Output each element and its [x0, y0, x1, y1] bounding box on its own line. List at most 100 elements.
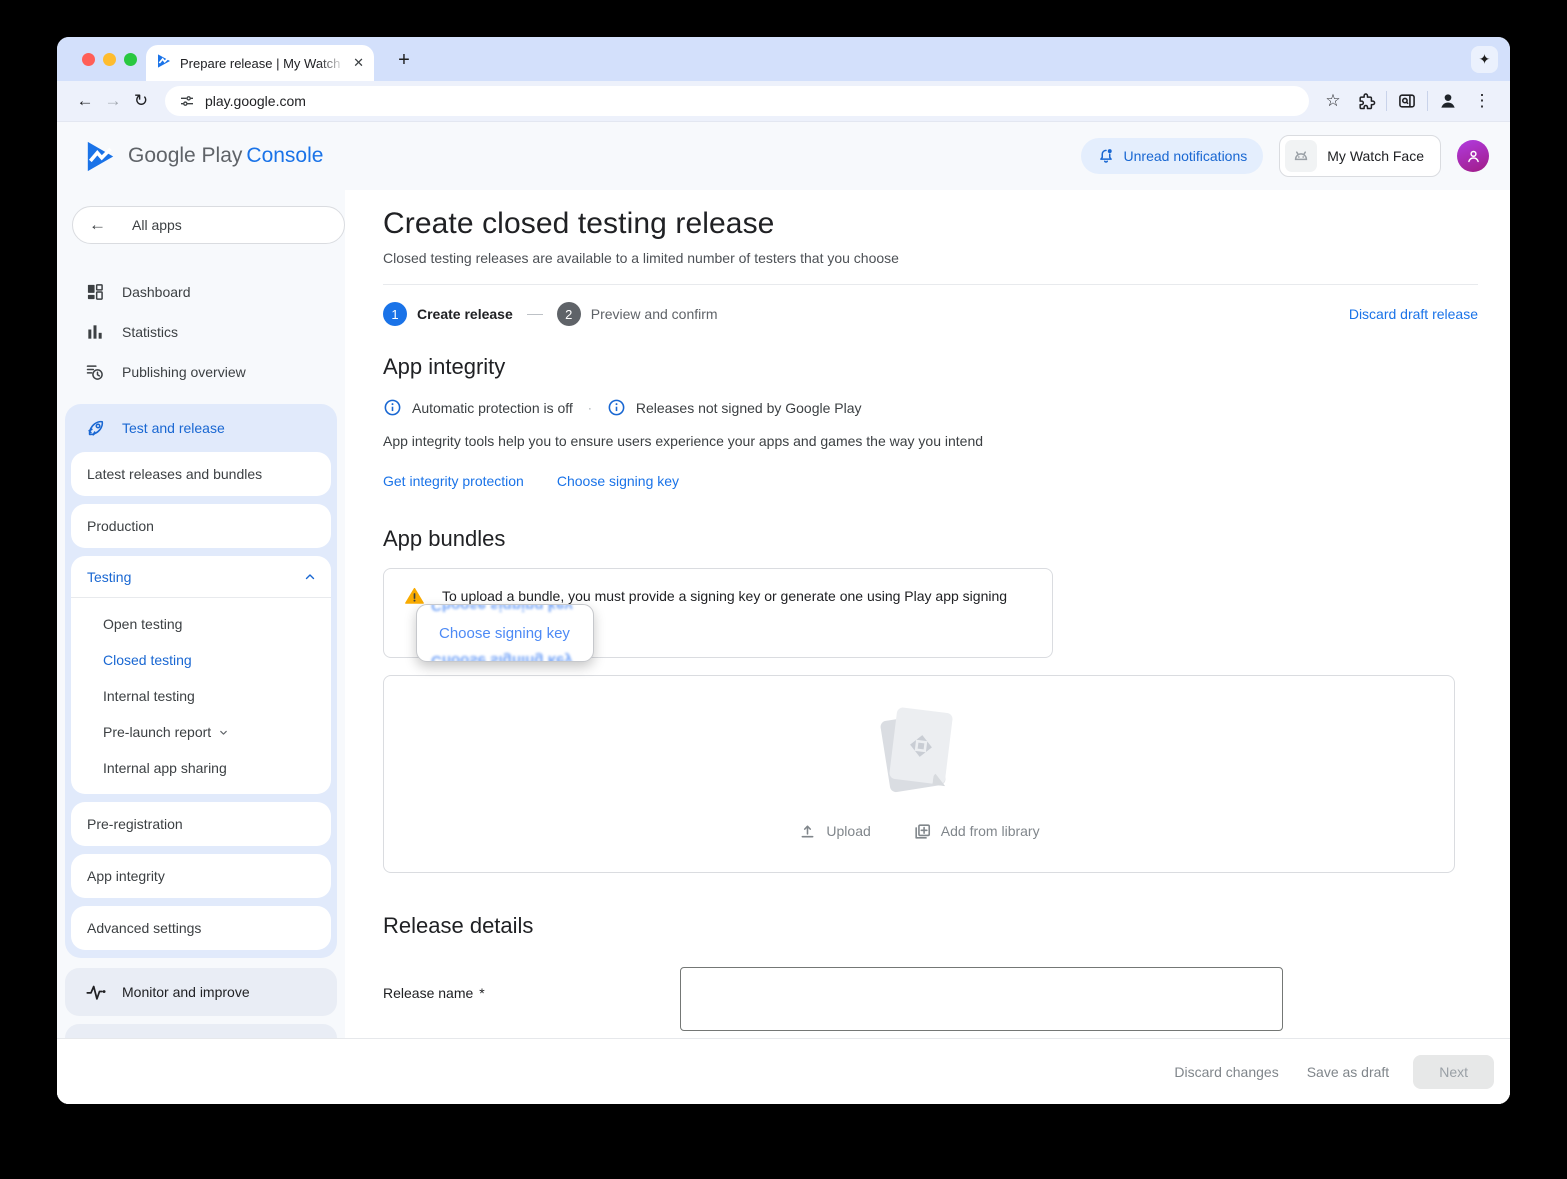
- divider: [1427, 91, 1428, 111]
- monitor-label: Monitor and improve: [122, 984, 250, 1000]
- sidebar-item-label: Publishing overview: [122, 364, 246, 380]
- add-from-library-icon: [915, 823, 930, 839]
- save-as-draft-button[interactable]: Save as draft: [1293, 1056, 1404, 1088]
- play-console-favicon: [156, 53, 172, 74]
- forward-icon[interactable]: →: [99, 87, 127, 115]
- upload-label: Upload: [826, 823, 871, 839]
- auto-protection-status: Automatic protection is off: [412, 399, 573, 416]
- sidebar-card-app-integrity[interactable]: App integrity: [71, 854, 331, 898]
- sidebar-item-label: Statistics: [122, 324, 179, 340]
- app-switcher-button[interactable]: My Watch Face: [1279, 135, 1441, 177]
- url-text: play.google.com: [205, 93, 306, 109]
- current-app-name: My Watch Face: [1327, 148, 1424, 164]
- window-zoom-button[interactable]: [124, 53, 137, 66]
- choose-signing-key-popup-link[interactable]: Choose signing key: [439, 625, 570, 642]
- magnifier-popup: Choose signing key Choose signing key Ch…: [416, 604, 594, 662]
- android-app-icon: [1285, 140, 1318, 172]
- page-title: Create closed testing release: [383, 207, 775, 240]
- stepper: 1 Create release 2 Preview and confirm: [383, 302, 718, 326]
- step-1-label: Create release: [417, 306, 513, 322]
- next-button[interactable]: Next: [1413, 1054, 1494, 1089]
- sidebar-item-dashboard[interactable]: Dashboard: [57, 272, 345, 312]
- site-settings-icon[interactable]: [179, 93, 195, 109]
- new-tab-button[interactable]: +: [391, 47, 417, 73]
- warning-icon: [405, 587, 424, 604]
- browser-tab[interactable]: Prepare release | My Watch Fa ✕: [146, 45, 374, 81]
- sidebar-item-open-testing[interactable]: Open testing: [71, 606, 331, 642]
- sidebar-item-test-and-release[interactable]: Test and release: [65, 404, 337, 452]
- account-avatar[interactable]: [1457, 140, 1489, 172]
- browser-window: Prepare release | My Watch Fa ✕ + ✦ ← → …: [57, 37, 1510, 1104]
- browser-toolbar: ← → ↻ play.google.com ☆ ⋮: [57, 81, 1510, 122]
- release-name-input[interactable]: [680, 967, 1283, 1031]
- signing-status: Releases not signed by Google Play: [635, 399, 862, 416]
- page-subtitle: Closed testing releases are available to…: [383, 250, 899, 266]
- address-bar[interactable]: play.google.com: [165, 86, 1309, 116]
- bell-icon: [1099, 149, 1112, 163]
- rocket-icon: [88, 420, 104, 436]
- sidebar-card-advanced-settings[interactable]: Advanced settings: [71, 906, 331, 950]
- sidebar-item-closed-testing[interactable]: Closed testing: [71, 642, 331, 678]
- play-console-app: Google Play Console Unread notifications …: [57, 122, 1510, 1104]
- testing-section-toggle[interactable]: Testing: [71, 556, 331, 598]
- dashboard-icon: [87, 284, 103, 300]
- all-apps-button[interactable]: ← All apps: [72, 206, 345, 244]
- sidebar-item-pre-launch-report[interactable]: Pre-launch report: [71, 714, 331, 750]
- back-icon[interactable]: ←: [71, 87, 99, 115]
- traffic-lights: [82, 53, 137, 66]
- app-bundle-dropzone: Upload Add from library: [383, 675, 1455, 873]
- sidebar-item-internal-app-sharing[interactable]: Internal app sharing: [71, 750, 331, 786]
- chevron-down-icon: [220, 730, 227, 735]
- info-icon[interactable]: [607, 398, 626, 417]
- required-mark: *: [479, 985, 485, 1001]
- sidebar-item-label: Dashboard: [122, 284, 191, 300]
- app-integrity-description: App integrity tools help you to ensure u…: [383, 433, 984, 449]
- sidebar-card-production[interactable]: Production: [71, 504, 331, 548]
- discard-changes-button[interactable]: Discard changes: [1160, 1056, 1292, 1088]
- bundle-placeholder-icon: [879, 706, 954, 794]
- release-name-label: Release name *: [383, 985, 485, 1001]
- upload-button[interactable]: Upload: [798, 822, 871, 841]
- sidebar-card-pre-registration[interactable]: Pre-registration: [71, 802, 331, 846]
- brand-console: Console: [246, 144, 324, 167]
- step-2-indicator[interactable]: 2: [556, 302, 581, 326]
- add-from-library-button[interactable]: Add from library: [913, 822, 1040, 841]
- notifications-label: Unread notifications: [1123, 148, 1248, 164]
- discard-draft-release-link[interactable]: Discard draft release: [1349, 306, 1478, 322]
- info-icon[interactable]: [383, 398, 402, 417]
- testing-label: Testing: [87, 568, 132, 585]
- stepper-connector: [526, 313, 543, 315]
- all-apps-label: All apps: [132, 217, 182, 233]
- step-1-indicator[interactable]: 1: [383, 302, 407, 326]
- sidebar-item-internal-testing[interactable]: Internal testing: [71, 678, 331, 714]
- get-integrity-protection-link[interactable]: Get integrity protection: [383, 473, 524, 489]
- loupe-artifact-top: Choose signing key: [431, 604, 573, 614]
- search-tabs-icon[interactable]: [1397, 91, 1417, 111]
- app-integrity-heading: App integrity: [383, 354, 506, 379]
- release-details-heading: Release details: [383, 913, 534, 938]
- loupe-artifact-bottom: Choose signing key: [431, 652, 573, 662]
- extensions-icon[interactable]: [1357, 92, 1376, 111]
- sidebar: ← All apps Dashboard Statistics Publishi…: [57, 190, 345, 1104]
- add-from-library-label: Add from library: [940, 823, 1040, 839]
- profile-icon[interactable]: [1438, 91, 1458, 111]
- choose-signing-key-link[interactable]: Choose signing key: [557, 473, 679, 489]
- bookmark-star-icon[interactable]: ☆: [1319, 87, 1347, 115]
- unread-notifications-button[interactable]: Unread notifications: [1080, 138, 1264, 174]
- reload-icon[interactable]: ↻: [127, 87, 155, 115]
- tab-close-icon[interactable]: ✕: [353, 55, 364, 71]
- sidebar-item-publishing-overview[interactable]: Publishing overview: [57, 352, 345, 392]
- chevron-up-icon: [305, 573, 315, 579]
- publishing-overview-icon: [86, 365, 103, 380]
- sparkle-icon[interactable]: ✦: [1471, 46, 1498, 73]
- sidebar-card-testing: Testing Open testing Closed testing Inte…: [71, 556, 331, 794]
- window-minimize-button[interactable]: [103, 53, 116, 66]
- overflow-menu-icon[interactable]: ⋮: [1468, 87, 1496, 115]
- sidebar-item-statistics[interactable]: Statistics: [57, 312, 345, 352]
- app-bundles-heading: App bundles: [383, 526, 506, 551]
- google-play-console-logo[interactable]: Google Play Console: [85, 140, 323, 173]
- sidebar-item-monitor-and-improve[interactable]: Monitor and improve: [65, 968, 337, 1016]
- window-close-button[interactable]: [82, 53, 95, 66]
- sidebar-card-latest-releases[interactable]: Latest releases and bundles: [71, 452, 331, 496]
- test-and-release-label: Test and release: [122, 420, 225, 436]
